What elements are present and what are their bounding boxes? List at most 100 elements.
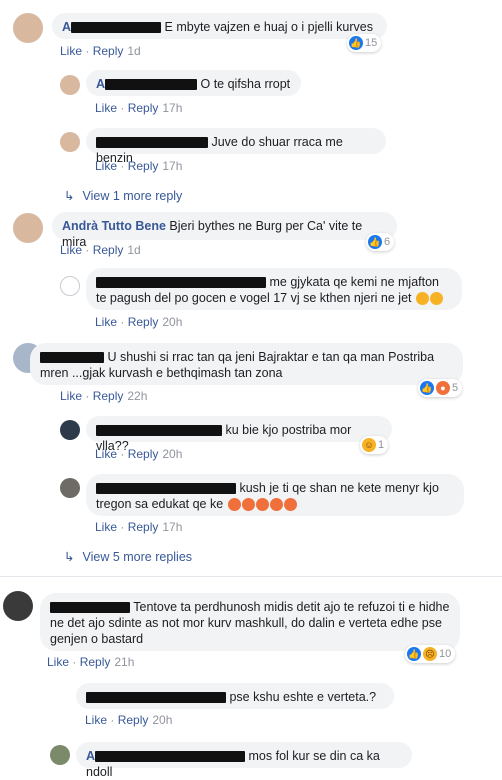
view-more-replies-link[interactable]: ↳ View 5 more replies: [64, 549, 192, 564]
angry-emoji-icon: [255, 498, 269, 512]
timestamp[interactable]: 17h: [162, 101, 182, 115]
comment-bubble: me gjykata qe kemi ne mjafton te pagush …: [86, 268, 462, 310]
sad-icon: ☹: [423, 647, 437, 661]
reply-link[interactable]: Reply: [93, 243, 124, 257]
timestamp[interactable]: 17h: [162, 159, 182, 173]
comment-bubble: kush je ti qe shan ne kete menyr kjo tre…: [86, 474, 464, 516]
comment-text: E mbyte vajzen e huaj o i pjelli kurves: [164, 20, 373, 34]
avatar[interactable]: [3, 591, 33, 621]
like-link[interactable]: Like: [95, 159, 117, 173]
timestamp[interactable]: 20h: [152, 713, 172, 727]
like-link[interactable]: Like: [95, 315, 117, 329]
reply-link[interactable]: Reply: [128, 101, 159, 115]
angry-icon: ●: [436, 381, 450, 395]
like-link[interactable]: Like: [95, 520, 117, 534]
haha-icon: ☺: [362, 438, 376, 452]
like-link[interactable]: Like: [85, 713, 107, 727]
like-icon: 👍: [368, 235, 382, 249]
like-link[interactable]: Like: [60, 389, 82, 403]
avatar[interactable]: [60, 276, 80, 296]
like-link[interactable]: Like: [95, 447, 117, 461]
angry-emoji-icon: [283, 498, 297, 512]
angry-emoji-icon: [227, 498, 241, 512]
comment-bubble: ku bie kjo postriba mor vlla??: [86, 416, 392, 453]
reply-link[interactable]: Reply: [93, 44, 124, 58]
comment-bubble: U shushi si rrac tan qa jeni Bajraktar e…: [30, 343, 463, 385]
reaction-summary[interactable]: 👍 15: [347, 34, 382, 52]
reaction-summary[interactable]: 👍 ● 5: [418, 379, 463, 397]
reply-arrow-icon: ↳: [64, 189, 75, 203]
commenter-name[interactable]: Andrà Tutto Bene: [62, 219, 166, 233]
reaction-summary[interactable]: 👍 ☹ 10: [405, 645, 456, 663]
comment-actions: Like · Reply 17h: [95, 520, 183, 534]
avatar[interactable]: [50, 745, 70, 765]
redacted-name: [50, 602, 130, 614]
reaction-summary[interactable]: 👍 6: [366, 233, 395, 251]
comment-actions: Like · Reply 17h: [95, 101, 183, 115]
redacted-name: [86, 692, 226, 704]
comment-actions: Like · Reply 20h: [85, 713, 173, 727]
like-icon: 👍: [349, 36, 363, 50]
avatar[interactable]: [60, 478, 80, 498]
comment-actions: Like · Reply 22h: [60, 389, 148, 403]
timestamp[interactable]: 21h: [114, 655, 134, 669]
reply-link[interactable]: Reply: [128, 159, 159, 173]
redacted-name: [71, 22, 162, 34]
timestamp[interactable]: 20h: [162, 315, 182, 329]
comment-actions: Like · Reply 20h: [95, 315, 183, 329]
like-icon: 👍: [407, 647, 421, 661]
timestamp[interactable]: 17h: [162, 520, 182, 534]
redacted-name: [95, 751, 246, 763]
like-link[interactable]: Like: [47, 655, 69, 669]
crying-emoji-icon: [415, 292, 429, 306]
comment-actions: Like · Reply 1d: [60, 44, 141, 58]
comment-actions: Like · Reply 20h: [95, 447, 183, 461]
like-link[interactable]: Like: [60, 44, 82, 58]
timestamp[interactable]: 20h: [162, 447, 182, 461]
comment-bubble: Juve do shuar rraca me benzin: [86, 128, 386, 165]
redacted-name: [96, 425, 222, 437]
redacted-name: [96, 137, 208, 149]
comments-panel-top: A E mbyte vajzen e huaj o i pjelli kurve…: [0, 0, 492, 574]
reply-link[interactable]: Reply: [93, 389, 124, 403]
reply-link[interactable]: Reply: [128, 315, 159, 329]
comment-bubble: A O te qifsha rropt: [86, 70, 301, 96]
avatar[interactable]: [13, 213, 43, 243]
comment-bubble: pse kshu eshte e verteta.?: [76, 683, 394, 709]
reaction-summary[interactable]: ☺ 1: [360, 436, 389, 454]
crying-emoji-icon: [429, 292, 443, 306]
view-more-replies-link[interactable]: ↳ View 1 more reply: [64, 188, 182, 203]
redacted-name: [105, 79, 198, 91]
redacted-name: [40, 352, 104, 364]
reply-arrow-icon: ↳: [64, 550, 75, 564]
timestamp[interactable]: 1d: [127, 44, 140, 58]
comment-bubble: Tentove ta perdhunosh midis detit ajo te…: [40, 593, 460, 651]
avatar[interactable]: [60, 420, 80, 440]
commenter-name[interactable]: A: [96, 77, 105, 91]
redacted-name: [96, 483, 236, 495]
avatar[interactable]: [60, 75, 80, 95]
redacted-name: [96, 277, 266, 289]
commenter-name[interactable]: A: [86, 749, 95, 763]
comment-text: O te qifsha rropt: [200, 77, 291, 91]
like-link[interactable]: Like: [60, 243, 82, 257]
like-link[interactable]: Like: [95, 101, 117, 115]
reply-link[interactable]: Reply: [128, 520, 159, 534]
comment-actions: Like · Reply 1d: [60, 243, 141, 257]
timestamp[interactable]: 22h: [127, 389, 147, 403]
comment-bubble: A mos fol kur se din ca ka ndoll: [76, 742, 412, 779]
angry-emoji-icon: [269, 498, 283, 512]
reply-link[interactable]: Reply: [128, 447, 159, 461]
comment-bubble: Andrà Tutto Bene Bjeri bythes ne Burg pe…: [52, 212, 397, 249]
comment-bubble: A E mbyte vajzen e huaj o i pjelli kurve…: [52, 13, 387, 39]
avatar[interactable]: [60, 132, 80, 152]
reply-link[interactable]: Reply: [118, 713, 149, 727]
comments-panel-bottom: Tentove ta perdhunosh midis detit ajo te…: [0, 576, 502, 779]
angry-emoji-icon: [241, 498, 255, 512]
like-icon: 👍: [420, 381, 434, 395]
avatar[interactable]: [13, 13, 43, 43]
timestamp[interactable]: 1d: [127, 243, 140, 257]
reply-link[interactable]: Reply: [80, 655, 111, 669]
comment-text: pse kshu eshte e verteta.?: [229, 690, 377, 704]
commenter-name[interactable]: A: [62, 20, 71, 34]
